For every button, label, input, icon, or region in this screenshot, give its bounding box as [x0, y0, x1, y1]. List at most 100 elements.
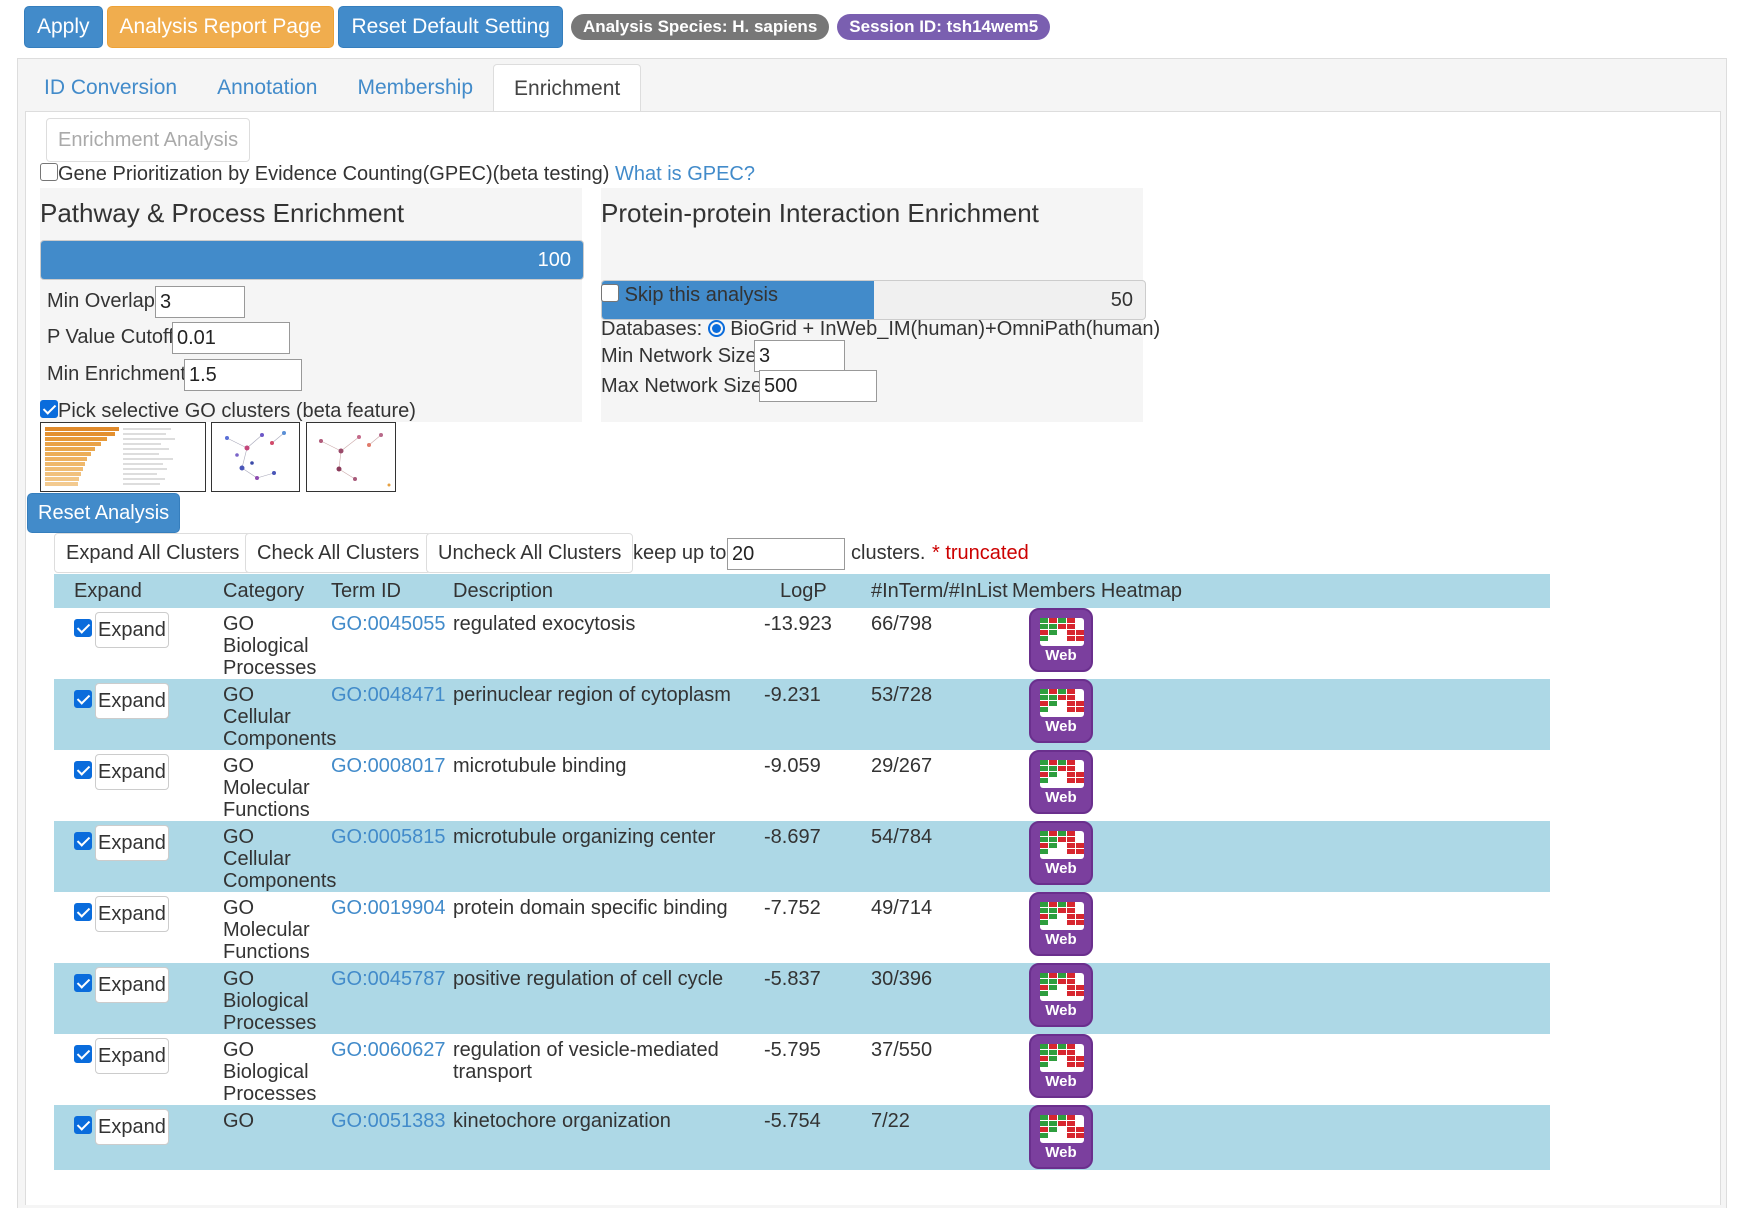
category-line: Molecular [223, 777, 310, 799]
heatmap-grid-icon [1040, 902, 1084, 930]
category-line: Biological [223, 990, 309, 1012]
heatmap-web-icon[interactable]: Web [1029, 679, 1093, 743]
description-line: transport [453, 1061, 532, 1083]
term-id-link[interactable]: GO:0019904 [331, 897, 446, 919]
interm-inlist-value: 53/728 [871, 684, 933, 706]
category-line: Biological [223, 635, 309, 657]
heatmap-grid-icon [1040, 618, 1084, 646]
tab-annotation[interactable]: Annotation [197, 64, 337, 112]
heatmap-web-icon[interactable]: Web [1029, 750, 1093, 814]
cluster-checkbox[interactable] [74, 690, 92, 708]
heatmap-grid-icon [1040, 831, 1084, 859]
cluster-checkbox[interactable] [74, 1045, 92, 1063]
table-row: Expand GO Biological Processes GO:0045055 reg… [54, 608, 1550, 679]
header-expand: Expand [54, 574, 223, 608]
skip-checkbox[interactable] [601, 284, 619, 302]
description-line: perinuclear region of cytoplasm [453, 684, 731, 706]
term-id-link[interactable]: GO:0045055 [331, 613, 446, 635]
pvalue-input[interactable]: 0.01 [172, 322, 290, 354]
network-image-2 [319, 433, 391, 487]
term-id-link[interactable]: GO:0048471 [331, 684, 446, 706]
pathway-slider[interactable]: 100 [40, 240, 584, 280]
category-line: GO [223, 1110, 255, 1132]
cluster-checkbox[interactable] [74, 619, 92, 637]
min-enrichment-input[interactable]: 1.5 [184, 359, 302, 391]
interm-inlist-value: 66/798 [871, 613, 933, 635]
network-thumbnail-1[interactable] [211, 422, 300, 492]
truncated-note: * truncated [932, 542, 1029, 564]
category-line: Functions [223, 799, 310, 821]
expand-button[interactable]: Expand [95, 754, 169, 790]
min-overlap-label: Min Overlap: [47, 290, 161, 312]
category-line: Cellular [223, 706, 291, 728]
cluster-checkbox[interactable] [74, 832, 92, 850]
header-term-id: Term ID [331, 574, 453, 608]
tab-id-conversion[interactable]: ID Conversion [24, 64, 197, 112]
heatmap-web-icon[interactable]: Web [1029, 608, 1093, 672]
table-row: Expand GO Cellular Components GO:0048471 peri… [54, 679, 1550, 750]
keep-clusters-input[interactable]: 20 [727, 538, 845, 570]
expand-button[interactable]: Expand [95, 967, 169, 1003]
reset-default-button[interactable]: Reset Default Setting [338, 6, 563, 48]
expand-button[interactable]: Expand [95, 1038, 169, 1074]
pick-go-checkbox[interactable] [40, 400, 58, 418]
heatmap-web-icon[interactable]: Web [1029, 1034, 1093, 1098]
session-badge: Session ID: tsh14wem5 [837, 14, 1051, 40]
expand-button[interactable]: Expand [95, 896, 169, 932]
gpec-checkbox[interactable] [40, 163, 58, 181]
tab-membership[interactable]: Membership [337, 64, 493, 112]
table-row: Expand GO Biological Processes GO:0045787 pos… [54, 963, 1550, 1034]
expand-button[interactable]: Expand [95, 683, 169, 719]
term-id-link[interactable]: GO:0005815 [331, 826, 446, 848]
web-label: Web [1045, 931, 1077, 948]
database-option-label: BioGrid + InWeb_IM(human)+OmniPath(human… [730, 318, 1161, 340]
max-network-input[interactable]: 500 [759, 370, 877, 402]
description-line: regulation of vesicle-mediated [453, 1039, 719, 1061]
tab-enrichment[interactable]: Enrichment [493, 64, 642, 112]
expand-all-clusters-button[interactable]: Expand All Clusters [54, 533, 252, 573]
reset-analysis-button[interactable]: Reset Analysis [27, 493, 181, 533]
description-line: protein domain specific binding [453, 897, 728, 919]
cluster-checkbox[interactable] [74, 974, 92, 992]
header-description: Description [453, 574, 763, 608]
pick-go-label: Pick selective GO clusters (beta feature… [58, 400, 416, 422]
min-overlap-input[interactable]: 3 [155, 286, 245, 318]
min-network-input[interactable]: 3 [754, 340, 845, 372]
enrichment-analysis-button[interactable]: Enrichment Analysis [46, 118, 251, 162]
heatmap-web-icon[interactable]: Web [1029, 963, 1093, 1027]
network-thumbnail-2[interactable] [306, 422, 396, 492]
apply-button[interactable]: Apply [24, 6, 103, 48]
database-radio[interactable] [707, 320, 725, 337]
expand-button[interactable]: Expand [95, 1109, 169, 1145]
category-line: GO [223, 1039, 255, 1061]
term-id-link[interactable]: GO:0051383 [331, 1110, 446, 1132]
expand-button[interactable]: Expand [95, 612, 169, 648]
interm-inlist-value: 7/22 [871, 1110, 910, 1132]
tab-bar: ID Conversion Annotation Membership Enri… [24, 64, 642, 112]
heatmap-web-icon[interactable]: Web [1029, 821, 1093, 885]
uncheck-all-clusters-button[interactable]: Uncheck All Clusters [426, 533, 634, 573]
web-label: Web [1045, 647, 1077, 664]
expand-button[interactable]: Expand [95, 825, 169, 861]
category-line: GO [223, 897, 255, 919]
analysis-report-button[interactable]: Analysis Report Page [106, 6, 335, 48]
header-logp: LogP [763, 574, 871, 608]
cluster-checkbox[interactable] [74, 1116, 92, 1134]
gpec-help-link[interactable]: What is GPEC? [615, 163, 755, 185]
term-id-link[interactable]: GO:0045787 [331, 968, 446, 990]
table-row: Expand GO Biological Processes GO:0060627 reg… [54, 1034, 1550, 1105]
web-label: Web [1045, 860, 1077, 877]
check-all-clusters-button[interactable]: Check All Clusters [245, 533, 432, 573]
heatmap-web-icon[interactable]: Web [1029, 892, 1093, 956]
web-label: Web [1045, 1144, 1077, 1161]
bar-graph-thumbnail[interactable] [40, 422, 206, 492]
logp-value: -13.923 [764, 613, 832, 635]
cluster-checkbox[interactable] [74, 761, 92, 779]
cluster-checkbox[interactable] [74, 903, 92, 921]
ppi-title: Protein-protein Interaction Enrichment [601, 198, 1039, 228]
pathway-slider-value: 100 [537, 249, 571, 271]
term-id-link[interactable]: GO:0060627 [331, 1039, 446, 1061]
heatmap-web-icon[interactable]: Web [1029, 1105, 1093, 1169]
term-id-link[interactable]: GO:0008017 [331, 755, 446, 777]
max-network-label: Max Network Size: [601, 375, 768, 397]
